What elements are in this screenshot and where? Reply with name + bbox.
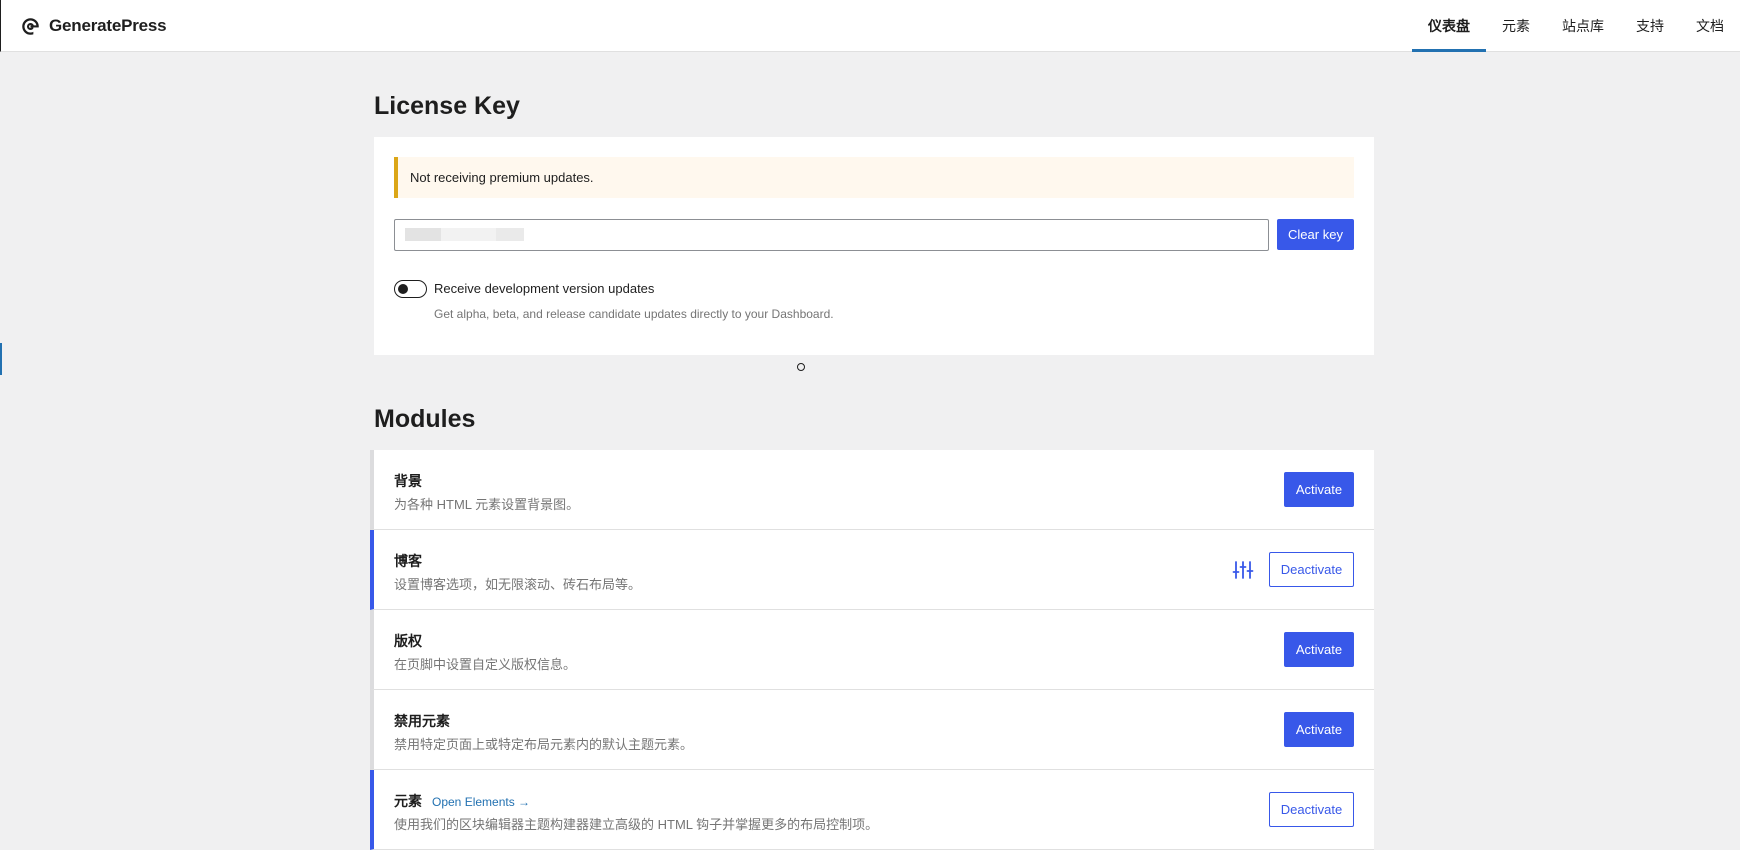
tab-dashboard[interactable]: 仪表盘 [1412, 0, 1486, 52]
dev-updates-toggle[interactable] [394, 280, 427, 298]
toggle-knob [398, 284, 408, 294]
top-bar: GeneratePress 仪表盘 元素 站点库 支持 文档 [0, 0, 1740, 52]
module-name: 版权 [394, 633, 422, 649]
license-key-input[interactable] [394, 219, 1269, 251]
module-description: 在页脚中设置自定义版权信息。 [394, 657, 577, 672]
tab-elements[interactable]: 元素 [1486, 0, 1546, 52]
module-row-elements: 元素 Open Elements → 使用我们的区块编辑器主题构建器建立高级的 … [370, 770, 1374, 850]
masked-key-segment [405, 228, 441, 241]
deactivate-button[interactable]: Deactivate [1269, 792, 1354, 827]
generatepress-logo-icon [22, 17, 40, 36]
activate-button[interactable]: Activate [1284, 632, 1354, 667]
dev-updates-label: Receive development version updates [434, 281, 655, 296]
license-key-title: License Key [374, 92, 520, 120]
module-description: 使用我们的区块编辑器主题构建器建立高级的 HTML 钩子并掌握更多的布局控制项。 [394, 817, 879, 832]
license-notice: Not receiving premium updates. [394, 157, 1354, 198]
brand[interactable]: GeneratePress [21, 0, 167, 52]
module-row-blog: 博客 设置博客选项，如无限滚动、砖石布局等。 Deactivate [370, 530, 1374, 610]
activate-button[interactable]: Activate [1284, 472, 1354, 507]
module-name: 元素 Open Elements → [394, 793, 531, 809]
module-name: 禁用元素 [394, 713, 450, 729]
tab-support[interactable]: 支持 [1620, 0, 1680, 52]
module-description: 设置博客选项，如无限滚动、砖石布局等。 [394, 577, 642, 592]
brand-name: GeneratePress [49, 16, 167, 35]
masked-key-segment [496, 228, 524, 241]
deactivate-button[interactable]: Deactivate [1269, 552, 1354, 587]
license-notice-text: Not receiving premium updates. [410, 170, 594, 185]
module-row-disable-elements: 禁用元素 禁用特定页面上或特定布局元素内的默认主题元素。 Activate [370, 690, 1374, 770]
modules-list: 背景 为各种 HTML 元素设置背景图。 Activate 博客 设置博客选项，… [370, 450, 1374, 850]
modules-title: Modules [374, 405, 476, 433]
clear-key-button[interactable]: Clear key [1277, 219, 1354, 250]
license-card: Not receiving premium updates. Clear key… [374, 137, 1374, 355]
tab-docs[interactable]: 文档 [1680, 0, 1740, 52]
dev-updates-help: Get alpha, beta, and release candidate u… [434, 307, 834, 321]
left-edge-marker [0, 343, 2, 375]
module-row-backgrounds: 背景 为各种 HTML 元素设置背景图。 Activate [370, 450, 1374, 530]
module-row-copyright: 版权 在页脚中设置自定义版权信息。 Activate [370, 610, 1374, 690]
module-description: 禁用特定页面上或特定布局元素内的默认主题元素。 [394, 737, 694, 752]
sliders-icon[interactable] [1232, 559, 1254, 581]
module-name: 博客 [394, 553, 422, 569]
activate-button[interactable]: Activate [1284, 712, 1354, 747]
loading-indicator [797, 363, 805, 371]
masked-key-segment [441, 228, 496, 241]
top-nav: 仪表盘 元素 站点库 支持 文档 [1412, 0, 1740, 52]
module-description: 为各种 HTML 元素设置背景图。 [394, 497, 580, 512]
module-name: 背景 [394, 473, 422, 489]
tab-site-library[interactable]: 站点库 [1546, 0, 1620, 52]
open-elements-link[interactable]: Open Elements → [432, 795, 530, 809]
